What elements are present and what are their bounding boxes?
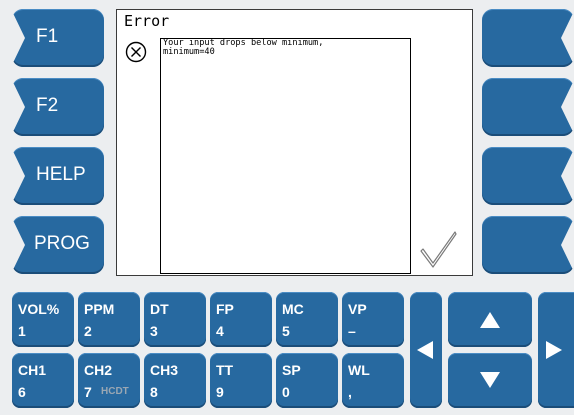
key-sp-top: SP [282,362,301,378]
key-dt[interactable]: DT 3 [144,292,206,347]
error-x-circle-icon [125,41,147,63]
key-dt-bottom: 3 [150,323,158,339]
error-message: Your input drops below minimum, minimum=4… [163,39,403,57]
key-fp-top: FP [216,301,234,317]
key-ch3-bottom: 8 [150,384,158,400]
arrow-down-icon [480,372,500,388]
right-softkey-3[interactable] [482,147,574,205]
key-tt-top: TT [216,362,234,378]
f1-key[interactable]: F1 [11,9,104,67]
key-fp-bottom: 4 [216,323,224,339]
key-wl-bottom: , [348,384,352,400]
prog-key[interactable]: PROG [11,216,104,274]
key-ch1[interactable]: CH1 6 [12,353,74,408]
message-box: Your input drops below minimum, minimum=4… [160,38,411,274]
help-key-label: HELP [36,164,86,185]
arrow-up-icon [480,312,500,328]
checkmark-icon[interactable] [418,229,458,269]
f2-key-label: F2 [36,95,59,116]
key-sp-bottom: 0 [282,384,290,400]
arrow-left-icon [417,341,433,359]
key-ppm-bottom: 2 [84,323,92,339]
right-softkey-1[interactable] [482,9,574,67]
key-mc-bottom: 5 [282,323,290,339]
arrow-left-key[interactable] [410,292,442,408]
arrow-right-icon [546,341,562,359]
right-softkey-2[interactable] [482,78,574,136]
arrow-down-key[interactable] [448,353,532,408]
key-dt-top: DT [150,301,169,317]
key-fp[interactable]: FP 4 [210,292,272,347]
key-vp-bottom: – [348,323,356,339]
key-ch3[interactable]: CH3 8 [144,353,206,408]
key-ch2-sub: HCDT [101,386,129,397]
help-key[interactable]: HELP [11,147,104,205]
key-ppm[interactable]: PPM 2 [78,292,140,347]
key-vol[interactable]: VOL% 1 [12,292,74,347]
key-ch2-top: CH2 [84,362,113,378]
key-vol-top: VOL% [18,301,60,317]
key-ch1-bottom: 6 [18,384,26,400]
key-ppm-top: PPM [84,301,115,317]
f1-key-label: F1 [36,26,59,47]
key-wl-top: WL [348,362,370,378]
key-tt-bottom: 9 [216,384,224,400]
key-mc[interactable]: MC 5 [276,292,338,347]
right-softkey-4[interactable] [482,216,574,274]
arrow-right-key[interactable] [538,292,574,408]
f2-key[interactable]: F2 [11,78,104,136]
dialog-title: Error [124,12,170,30]
key-vp[interactable]: VP – [342,292,404,347]
key-ch2[interactable]: CH2 7 HCDT [78,353,140,408]
error-message-line-2: minimum=40 [163,47,215,57]
key-wl[interactable]: WL , [342,353,404,408]
key-tt[interactable]: TT 9 [210,353,272,408]
arrow-up-key[interactable] [448,292,532,347]
key-ch1-top: CH1 [18,362,47,378]
key-vp-top: VP [348,301,367,317]
prog-key-label: PROG [34,233,90,254]
key-sp[interactable]: SP 0 [276,353,338,408]
key-vol-bottom: 1 [18,323,26,339]
key-ch2-bottom: 7 [84,384,92,400]
key-mc-top: MC [282,301,304,317]
key-ch3-top: CH3 [150,362,179,378]
display-screen: Error Your input drops below minimum, min… [116,9,473,276]
